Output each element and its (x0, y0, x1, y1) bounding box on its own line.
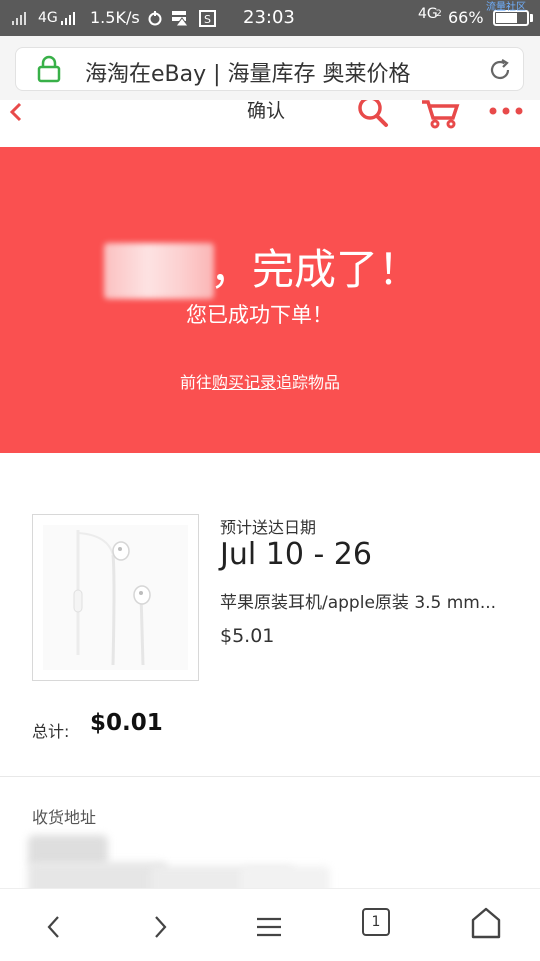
storage-warning-icon (172, 11, 189, 27)
total-label: 总计: (32, 722, 70, 741)
s-app-icon: S (199, 10, 216, 27)
back-arrow-icon[interactable] (8, 102, 24, 124)
nav-forward-icon[interactable] (150, 914, 170, 940)
completion-heading: ，完成了！ (210, 245, 421, 294)
watermark: 流量社区 (486, 2, 526, 13)
refresh-icon[interactable] (487, 57, 513, 83)
network-type: 4G (38, 10, 58, 26)
product-title[interactable]: 苹果原装耳机/apple原装 3.5 mm... (220, 588, 520, 613)
signal-icon (12, 12, 26, 25)
svg-text:S: S (204, 13, 211, 26)
network-type-right: 4G (418, 6, 438, 22)
total-value: $0.01 (90, 710, 163, 736)
network-speed: 1.5K/s (90, 8, 140, 27)
product-price: $5.01 (220, 625, 275, 647)
nav-back-icon[interactable] (44, 914, 64, 940)
search-icon[interactable] (356, 100, 390, 130)
cart-icon[interactable] (420, 100, 460, 130)
address-title[interactable]: 海淘在eBay | 海量库存 奥莱价格 (85, 56, 411, 88)
tabs-count: 1 (371, 914, 381, 930)
divider (0, 776, 540, 777)
tabs-button[interactable]: 1 (362, 908, 390, 936)
redacted-name (104, 243, 214, 299)
menu-icon[interactable] (254, 914, 284, 940)
product-image[interactable] (32, 514, 199, 681)
purchase-history-link[interactable]: 购买记录 (212, 373, 276, 392)
more-icon[interactable] (489, 106, 523, 116)
page-title: 确认 (247, 100, 286, 122)
track-order-line: 前往购买记录追踪物品 (180, 369, 340, 393)
shipping-address-label: 收货地址 (32, 808, 97, 827)
signal-strength-icon (61, 12, 75, 25)
delivery-date-range: Jul 10 - 26 (220, 537, 372, 572)
track-prefix: 前往 (180, 373, 213, 392)
battery-tip (530, 14, 533, 22)
track-suffix: 追踪物品 (276, 373, 341, 392)
home-icon[interactable] (469, 906, 503, 940)
network-sim-index: 2 (436, 9, 442, 19)
lock-icon (37, 55, 61, 83)
delivery-label: 预计送达日期 (220, 518, 317, 537)
status-bar: 4G 1.5K/s S 23:03 4G 2 66% 流量社区 (0, 0, 540, 36)
battery-percent: 66% (448, 8, 484, 27)
clock: 23:03 (243, 7, 295, 28)
sync-icon (148, 11, 162, 26)
earphones-image (43, 525, 188, 670)
success-message: 您已成功下单！ (186, 303, 333, 327)
